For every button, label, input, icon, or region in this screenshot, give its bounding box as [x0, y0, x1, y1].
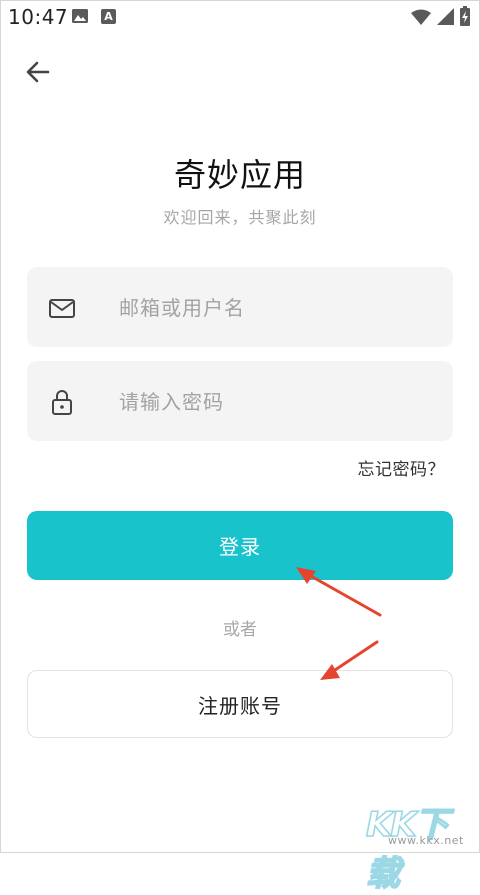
password-field[interactable] [27, 361, 453, 441]
battery-icon [460, 6, 470, 26]
app-subtitle: 欢迎回来，共聚此刻 [163, 208, 317, 227]
signal-icon [437, 8, 454, 25]
back-button[interactable] [22, 56, 54, 88]
lock-icon [52, 390, 72, 415]
status-time: 10:47 [8, 5, 69, 29]
image-icon [72, 9, 88, 23]
app-title: 奇妙应用 [173, 156, 306, 194]
watermark: KK下载 www.kkx.net [365, 797, 476, 895]
forgot-password-link[interactable]: 忘记密码？ [358, 455, 446, 480]
arrow-left-icon [26, 61, 50, 83]
wifi-icon [411, 9, 431, 25]
watermark-url: www.kkx.net [388, 834, 464, 847]
email-field[interactable] [27, 267, 453, 347]
a-badge-icon: A [101, 9, 116, 24]
or-divider-label: 或者 [223, 620, 257, 640]
login-button[interactable]: 登录 [27, 511, 453, 580]
email-input[interactable] [117, 287, 441, 329]
register-button[interactable]: 注册账号 [27, 670, 453, 738]
password-input[interactable] [117, 381, 441, 423]
status-bar: 10:47 A [0, 0, 480, 34]
mail-icon [49, 299, 75, 318]
